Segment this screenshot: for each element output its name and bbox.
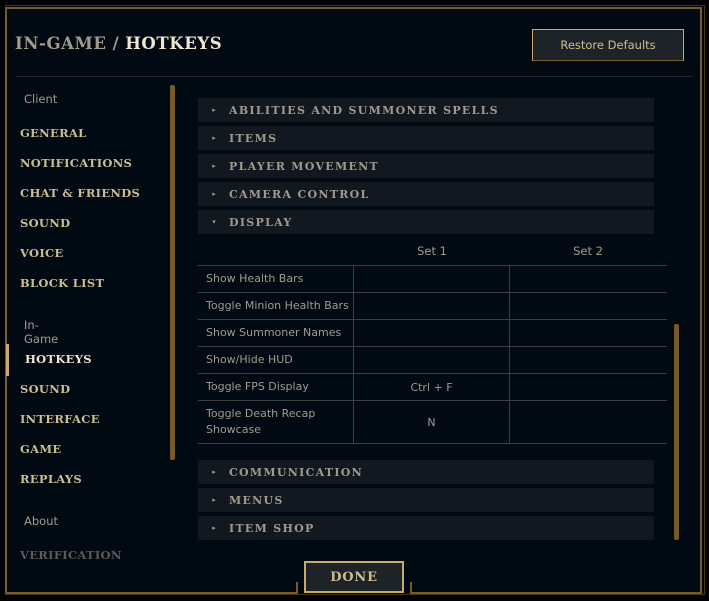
section-label: COMMUNICATION <box>229 465 364 479</box>
content-scrollbar[interactable] <box>674 324 679 540</box>
column-header-set2: Set 2 <box>573 244 603 258</box>
display-hotkeys-table: Show Health Bars Toggle Minion Health Ba… <box>198 265 667 444</box>
section-label: CAMERA CONTROL <box>229 187 370 201</box>
hotkey-set2-input[interactable] <box>510 401 666 443</box>
sidebar-item-chat-friends[interactable]: CHAT & FRIENDS <box>20 186 140 200</box>
section-abilities-summoner-spells[interactable]: ▸ ABILITIES AND SUMMONER SPELLS <box>198 98 654 122</box>
sidebar-item-client-sound[interactable]: SOUND <box>20 216 70 230</box>
section-player-movement[interactable]: ▸ PLAYER MOVEMENT <box>198 154 654 178</box>
hotkey-set2-input[interactable] <box>510 293 666 319</box>
sidebar-section-about: About <box>24 514 59 528</box>
active-item-marker <box>6 344 9 376</box>
section-label: ITEMS <box>229 131 278 145</box>
hotkey-name: Show/Hide HUD <box>198 347 354 373</box>
hotkey-set1-input[interactable] <box>354 320 510 346</box>
hotkey-set1-input[interactable] <box>354 347 510 373</box>
sidebar-item-interface[interactable]: INTERFACE <box>20 412 100 426</box>
sidebar-item-block-list[interactable]: BLOCK LIST <box>20 276 104 290</box>
section-menus[interactable]: ▸ MENUS <box>198 488 654 512</box>
hotkey-set2-input[interactable] <box>510 347 666 373</box>
hotkey-name: Show Summoner Names <box>198 320 354 346</box>
triangle-down-icon: ▾ <box>212 219 216 226</box>
hotkey-name: Toggle FPS Display <box>198 374 354 400</box>
hotkey-name: Toggle Minion Health Bars <box>198 293 354 319</box>
section-label: PLAYER MOVEMENT <box>229 159 379 173</box>
triangle-right-icon: ▸ <box>212 525 216 532</box>
triangle-right-icon: ▸ <box>212 107 216 114</box>
page-title: IN-GAME / HOTKEYS <box>15 34 222 53</box>
sidebar-item-voice[interactable]: VOICE <box>20 246 64 260</box>
section-camera-control[interactable]: ▸ CAMERA CONTROL <box>198 182 654 206</box>
column-header-set1: Set 1 <box>417 244 447 258</box>
section-communication[interactable]: ▸ COMMUNICATION <box>198 460 654 484</box>
hotkey-name: Toggle Death Recap Showcase <box>198 401 354 443</box>
sidebar-scrollbar[interactable] <box>170 85 175 460</box>
triangle-right-icon: ▸ <box>212 469 216 476</box>
section-item-shop[interactable]: ▸ ITEM SHOP <box>198 516 654 540</box>
sidebar-item-verification[interactable]: VERIFICATION <box>20 548 122 562</box>
sidebar-section-client: Client <box>24 92 58 106</box>
sidebar-item-general[interactable]: GENERAL <box>20 126 87 140</box>
breadcrumb-separator: / <box>112 34 120 53</box>
section-items[interactable]: ▸ ITEMS <box>198 126 654 150</box>
section-label: MENUS <box>229 493 284 507</box>
table-row: Toggle Death Recap Showcase N <box>198 401 667 444</box>
hotkey-set2-input[interactable] <box>510 266 666 292</box>
hotkey-set2-input[interactable] <box>510 374 666 400</box>
breadcrumb-parent: IN-GAME <box>15 34 107 53</box>
section-label: ITEM SHOP <box>229 521 315 535</box>
sidebar-item-notifications[interactable]: NOTIFICATIONS <box>20 156 132 170</box>
sidebar-item-replays[interactable]: REPLAYS <box>20 472 82 486</box>
header-divider <box>15 76 693 77</box>
sidebar-item-game[interactable]: GAME <box>20 442 61 456</box>
breadcrumb-current: HOTKEYS <box>125 34 223 53</box>
hotkey-set1-input[interactable]: N <box>354 401 510 443</box>
done-button[interactable]: DONE <box>304 561 404 593</box>
triangle-right-icon: ▸ <box>212 135 216 142</box>
triangle-right-icon: ▸ <box>212 163 216 170</box>
triangle-right-icon: ▸ <box>212 497 216 504</box>
sidebar-item-ingame-sound[interactable]: SOUND <box>20 382 70 396</box>
table-row: Toggle FPS Display Ctrl + F <box>198 374 667 401</box>
hotkey-name: Show Health Bars <box>198 266 354 292</box>
hotkey-set1-input[interactable] <box>354 293 510 319</box>
table-row: Show Health Bars <box>198 266 667 293</box>
hotkey-set1-input[interactable] <box>354 266 510 292</box>
hotkey-set1-input[interactable]: Ctrl + F <box>354 374 510 400</box>
table-row: Show/Hide HUD <box>198 347 667 374</box>
section-display[interactable]: ▾ DISPLAY <box>198 210 654 234</box>
restore-defaults-button[interactable]: Restore Defaults <box>532 29 684 61</box>
triangle-right-icon: ▸ <box>212 191 216 198</box>
table-row: Show Summoner Names <box>198 320 667 347</box>
section-label: DISPLAY <box>229 215 293 229</box>
table-row: Toggle Minion Health Bars <box>198 293 667 320</box>
hotkey-set2-input[interactable] <box>510 320 666 346</box>
section-label: ABILITIES AND SUMMONER SPELLS <box>229 103 499 117</box>
sidebar-section-ingame: In-Game <box>24 318 59 346</box>
sidebar-item-hotkeys[interactable]: HOTKEYS <box>25 352 92 366</box>
